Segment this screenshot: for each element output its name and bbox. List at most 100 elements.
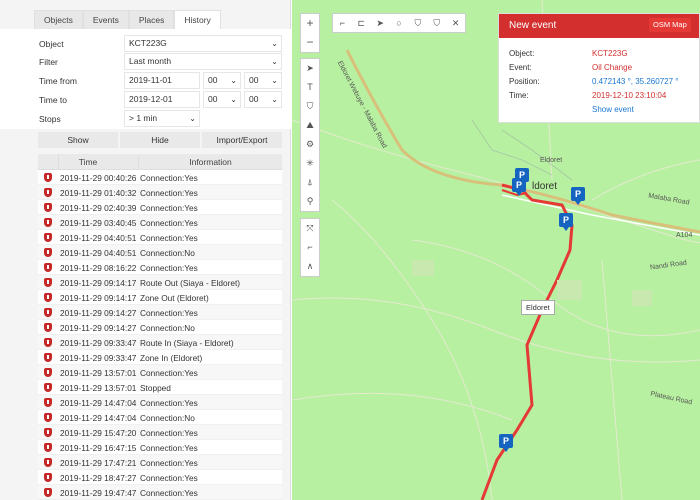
sun-icon[interactable]: ✳ (301, 154, 319, 173)
table-row[interactable]: 2019-11-29 13:57:01 Connection:Yes (38, 365, 282, 380)
parking-marker[interactable]: P (512, 178, 526, 196)
circle-icon[interactable]: ○ (390, 14, 409, 32)
table-row[interactable]: 2019-11-29 09:14:17 Zone Out (Eldoret) (38, 290, 282, 305)
chevron-down-icon: ⌄ (230, 95, 237, 104)
parking-marker[interactable]: P (571, 187, 585, 205)
shield-icon[interactable]: ⛉ (427, 14, 446, 32)
row-time: 2019-11-29 03:40:45 (60, 218, 137, 228)
row-info: Connection:Yes (140, 218, 198, 228)
table-row[interactable]: 2019-11-29 17:47:21 Connection:Yes (38, 455, 282, 470)
angle-icon[interactable]: ∧ (301, 257, 319, 276)
polyline-icon[interactable]: ⌐ (333, 14, 352, 32)
gear-icon[interactable]: ⚙ (301, 135, 319, 154)
table-row[interactable]: 2019-11-29 14:47:04 Connection:No (38, 410, 282, 425)
table-row[interactable]: 2019-11-29 09:33:47 Zone In (Eldoret) (38, 350, 282, 365)
table-row[interactable]: 2019-11-29 14:47:04 Connection:Yes (38, 395, 282, 410)
row-info: Connection:Yes (140, 368, 198, 378)
row-info: Connection:Yes (140, 233, 198, 243)
col-info-header[interactable]: Information (138, 157, 282, 167)
row-info: Connection:Yes (140, 308, 198, 318)
chevron-down-icon: ⌄ (230, 76, 237, 85)
object-key: Object: (509, 49, 535, 58)
event-icon (44, 323, 52, 332)
row-time: 2019-11-29 14:47:04 (60, 413, 137, 423)
row-time: 2019-11-29 09:14:17 (60, 278, 137, 288)
position-link[interactable]: 0.472143 °, 35.260727 ° (592, 77, 678, 86)
time-from-label: Time from (39, 76, 77, 86)
parking-marker[interactable]: P (499, 434, 513, 452)
table-row[interactable]: 2019-11-29 04:40:51 Connection:Yes (38, 230, 282, 245)
row-info: Connection:Yes (140, 203, 198, 213)
town-label-big: ldoret (532, 181, 558, 192)
shield-icon[interactable]: ⛉ (408, 14, 427, 32)
tab-history[interactable]: History (174, 10, 221, 29)
time-from-date-input[interactable]: 2019-11-01 (124, 72, 200, 89)
tab-objects[interactable]: Objects (34, 10, 83, 29)
tab-places[interactable]: Places (128, 10, 175, 29)
time-from-hour-value: 00 (208, 75, 218, 85)
table-row[interactable]: 2019-11-29 15:47:20 Connection:Yes (38, 425, 282, 440)
osm-map-button[interactable]: OSM Map (649, 18, 691, 32)
chevron-down-icon: ⌄ (271, 57, 278, 66)
row-info: Zone In (Eldoret) (140, 353, 203, 363)
table-row[interactable]: 2019-11-29 09:33:47 Route In (Siaya - Eld… (38, 335, 282, 350)
table-row[interactable]: 2019-11-29 04:40:51 Connection:No (38, 245, 282, 260)
time-from-hour-select[interactable]: 00 ⌄ (203, 72, 241, 89)
ruler-icon[interactable]: ⌐ (301, 238, 319, 257)
hide-button[interactable]: Hide (120, 132, 200, 148)
table-row[interactable]: 2019-11-29 01:40:32 Connection:Yes (38, 185, 282, 200)
row-time: 2019-11-29 08:16:22 (60, 263, 137, 273)
table-row[interactable]: 2019-11-29 08:16:22 Connection:Yes (38, 260, 282, 275)
event-icon (44, 398, 52, 407)
show-event-link[interactable]: Show event (592, 105, 634, 114)
col-time-header[interactable]: Time (38, 157, 138, 167)
close-icon[interactable]: ✕ (446, 14, 465, 32)
table-row[interactable]: 2019-11-29 19:47:47 Connection:Yes (38, 485, 282, 500)
stops-select[interactable]: > 1 min ⌄ (124, 110, 200, 127)
table-row[interactable]: 2019-11-29 18:47:27 Connection:Yes (38, 470, 282, 485)
table-row[interactable]: 2019-11-29 13:57:01 Stopped (38, 380, 282, 395)
road-icon[interactable]: ⛰ (301, 116, 319, 135)
text-icon[interactable]: T (301, 78, 319, 97)
shield-icon[interactable]: ⛉ (301, 97, 319, 116)
table-row[interactable]: 2019-11-29 09:14:27 Connection:Yes (38, 305, 282, 320)
arrow-icon[interactable]: ➤ (371, 14, 390, 32)
stops-value: > 1 min (129, 113, 158, 123)
map-view[interactable]: + − ➤ T ⛉ ⛰ ⚙ ✳ ⍋ ⚲ ⤧ ⌐ ∧ ⌐ ⊏ ➤ ○ ⛉ ⛉ ✕ (292, 0, 700, 500)
show-button[interactable]: Show (38, 132, 118, 148)
tab-events[interactable]: Events (82, 10, 129, 29)
row-info: Connection:Yes (140, 443, 198, 453)
pin-icon[interactable]: ⚲ (301, 192, 319, 211)
time-to-minute-select[interactable]: 00 ⌄ (244, 91, 282, 108)
object-select[interactable]: KCT223G ⌄ (124, 35, 282, 52)
table-row[interactable]: 2019-11-29 03:40:45 Connection:Yes (38, 215, 282, 230)
import-export-button[interactable]: Import/Export (202, 132, 282, 148)
row-info: Connection:Yes (140, 488, 198, 498)
time-to-date-value: 2019-12-01 (129, 94, 173, 104)
time-to-hour-select[interactable]: 00 ⌄ (203, 91, 241, 108)
event-icon (44, 368, 52, 377)
fullscreen-icon[interactable]: ⤧ (301, 219, 319, 238)
popup-title: New event (509, 20, 557, 31)
row-info: Connection:Yes (140, 173, 198, 183)
grid-header: Time Information (38, 154, 282, 170)
time-key: Time: (509, 91, 529, 100)
zoom-out-button[interactable]: − (301, 33, 319, 52)
event-icon (44, 488, 52, 497)
traffic-icon[interactable]: ⍋ (301, 173, 319, 192)
time-from-minute-select[interactable]: 00 ⌄ (244, 72, 282, 89)
eldoret-callout[interactable]: Eldoret (521, 300, 555, 315)
zoom-in-button[interactable]: + (301, 14, 319, 33)
parking-marker[interactable]: P (559, 213, 573, 231)
time-to-date-input[interactable]: 2019-12-01 (124, 91, 200, 108)
route-icon[interactable]: ⊏ (352, 14, 371, 32)
table-row[interactable]: 2019-11-29 09:14:17 Route Out (Siaya - El… (38, 275, 282, 290)
navigate-icon[interactable]: ➤ (301, 59, 319, 78)
history-grid[interactable]: 2019-11-29 00:40:26 Connection:Yes 2019-11… (38, 170, 282, 500)
row-info: Connection:No (140, 413, 195, 423)
filter-select[interactable]: Last month ⌄ (124, 53, 282, 70)
table-row[interactable]: 2019-11-29 02:40:39 Connection:Yes (38, 200, 282, 215)
table-row[interactable]: 2019-11-29 16:47:15 Connection:Yes (38, 440, 282, 455)
table-row[interactable]: 2019-11-29 00:40:26 Connection:Yes (38, 170, 282, 185)
table-row[interactable]: 2019-11-29 09:14:27 Connection:No (38, 320, 282, 335)
